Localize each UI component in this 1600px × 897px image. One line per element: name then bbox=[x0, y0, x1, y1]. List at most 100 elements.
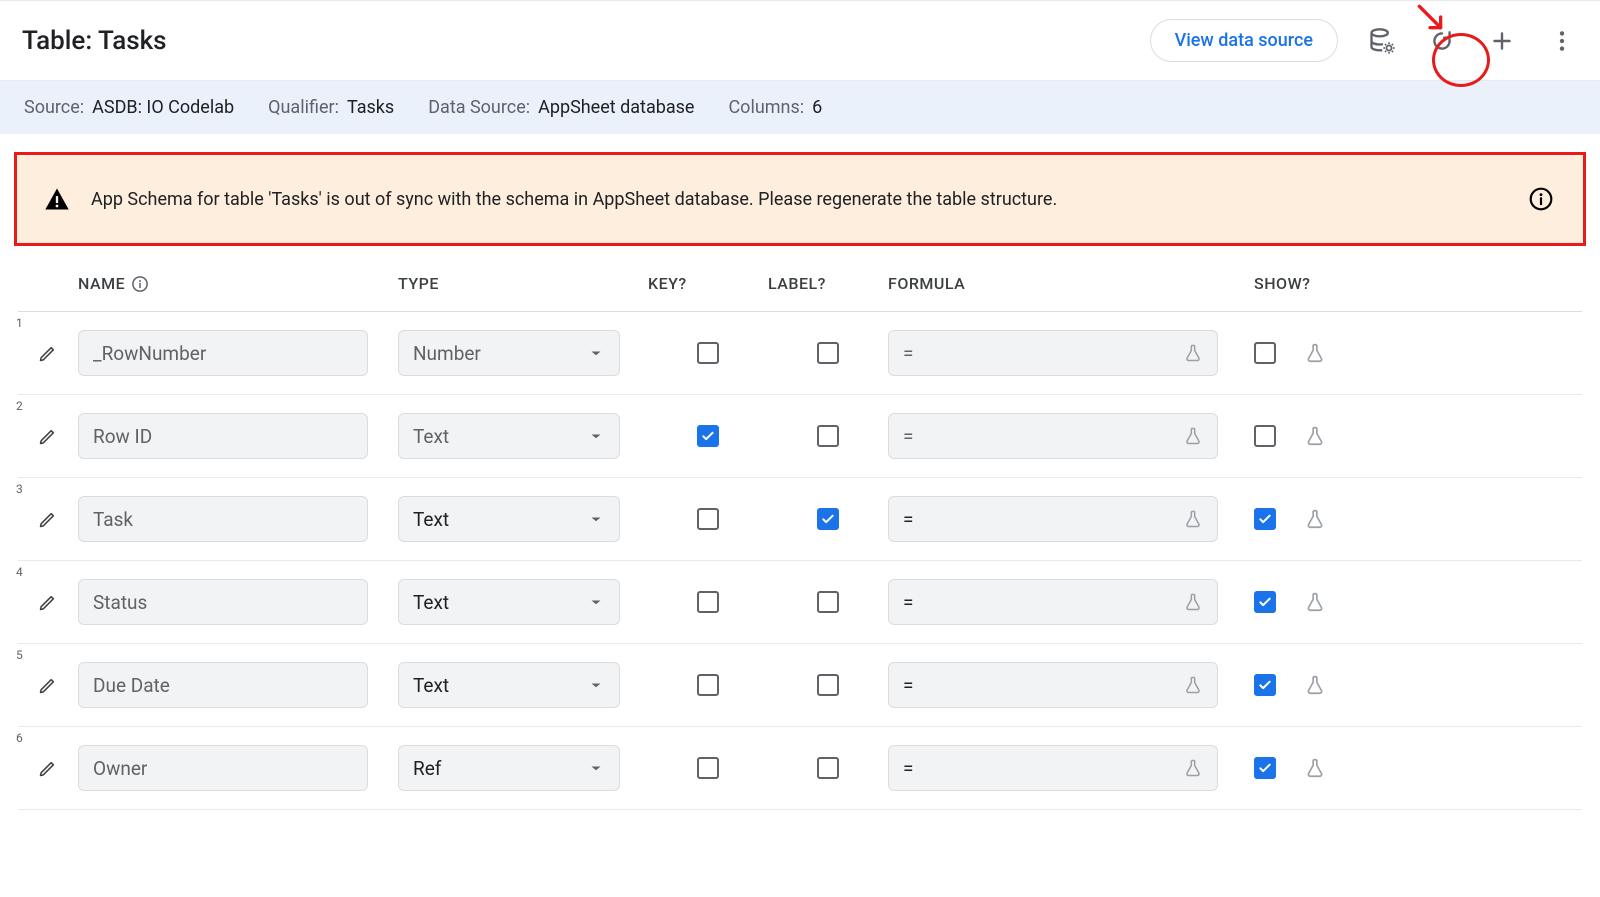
show-checkbox[interactable] bbox=[1254, 757, 1276, 779]
th-show: SHOW? bbox=[1228, 274, 1428, 293]
flask-icon bbox=[1183, 343, 1203, 363]
show-checkbox[interactable] bbox=[1254, 591, 1276, 613]
column-name-input[interactable]: _RowNumber bbox=[78, 330, 368, 376]
page-title: Table: Tasks bbox=[22, 26, 167, 56]
source-value: ASDB: IO Codelab bbox=[92, 97, 234, 118]
column-type-select[interactable]: Text bbox=[398, 496, 620, 542]
formula-input[interactable]: = bbox=[888, 579, 1218, 625]
flask-icon[interactable] bbox=[1304, 425, 1326, 447]
column-type-select[interactable]: Text bbox=[398, 579, 620, 625]
flask-icon[interactable] bbox=[1304, 591, 1326, 613]
flask-icon bbox=[1183, 758, 1203, 778]
flask-icon[interactable] bbox=[1304, 508, 1326, 530]
refresh-icon bbox=[1429, 28, 1455, 54]
view-data-source-button[interactable]: View data source bbox=[1150, 19, 1338, 62]
key-checkbox[interactable] bbox=[697, 757, 719, 779]
column-name-input[interactable]: Task bbox=[78, 496, 368, 542]
columns-table: NAME TYPE KEY? LABEL? FORMULA SHOW? 1_Ro… bbox=[0, 264, 1600, 810]
label-checkbox[interactable] bbox=[817, 757, 839, 779]
edit-column-button[interactable] bbox=[32, 669, 64, 701]
column-name-input[interactable]: Status bbox=[78, 579, 368, 625]
th-type: TYPE bbox=[398, 274, 648, 293]
chevron-down-icon bbox=[587, 593, 605, 611]
edit-column-button[interactable] bbox=[32, 420, 64, 452]
show-checkbox[interactable] bbox=[1254, 342, 1276, 364]
pencil-icon bbox=[38, 592, 58, 612]
row-number: 2 bbox=[16, 399, 23, 413]
header: Table: Tasks View data source bbox=[0, 0, 1600, 81]
row-number: 5 bbox=[16, 648, 23, 662]
edit-column-button[interactable] bbox=[32, 503, 64, 535]
formula-input[interactable]: = bbox=[888, 413, 1218, 459]
label-checkbox[interactable] bbox=[817, 425, 839, 447]
show-checkbox[interactable] bbox=[1254, 425, 1276, 447]
flask-icon[interactable] bbox=[1304, 342, 1326, 364]
label-checkbox[interactable] bbox=[817, 508, 839, 530]
key-checkbox[interactable] bbox=[697, 674, 719, 696]
data-source-settings-button[interactable] bbox=[1366, 25, 1398, 57]
edit-column-button[interactable] bbox=[32, 752, 64, 784]
table-row: 5 Due Date Text = bbox=[18, 644, 1582, 727]
formula-input[interactable]: = bbox=[888, 745, 1218, 791]
show-checkbox[interactable] bbox=[1254, 674, 1276, 696]
pencil-icon bbox=[38, 675, 58, 695]
formula-input[interactable]: = bbox=[888, 330, 1218, 376]
database-gear-icon bbox=[1368, 27, 1396, 55]
show-checkbox[interactable] bbox=[1254, 508, 1276, 530]
chevron-down-icon bbox=[587, 427, 605, 445]
source-label: Source: bbox=[24, 97, 84, 118]
chevron-down-icon bbox=[587, 676, 605, 694]
column-name-input[interactable]: Owner bbox=[78, 745, 368, 791]
label-checkbox[interactable] bbox=[817, 342, 839, 364]
label-checkbox[interactable] bbox=[817, 591, 839, 613]
chevron-down-icon bbox=[587, 510, 605, 528]
info-circle-icon bbox=[1528, 186, 1554, 212]
schema-warning-banner: App Schema for table 'Tasks' is out of s… bbox=[14, 152, 1586, 246]
plus-icon bbox=[1489, 28, 1515, 54]
table-row: 2 Row ID Text = bbox=[18, 395, 1582, 478]
datasource-label: Data Source: bbox=[428, 97, 530, 118]
edit-column-button[interactable] bbox=[32, 586, 64, 618]
formula-input[interactable]: = bbox=[888, 496, 1218, 542]
warning-info-button[interactable] bbox=[1525, 183, 1557, 215]
th-label: LABEL? bbox=[768, 274, 888, 293]
flask-icon[interactable] bbox=[1304, 674, 1326, 696]
edit-column-button[interactable] bbox=[32, 337, 64, 369]
add-button[interactable] bbox=[1486, 25, 1518, 57]
regenerate-structure-button[interactable] bbox=[1426, 25, 1458, 57]
pencil-icon bbox=[38, 426, 58, 446]
flask-icon bbox=[1183, 426, 1203, 446]
row-number: 3 bbox=[16, 482, 23, 496]
pencil-icon bbox=[38, 509, 58, 529]
th-key: KEY? bbox=[648, 274, 768, 293]
warning-triangle-icon bbox=[43, 185, 71, 213]
flask-icon bbox=[1183, 592, 1203, 612]
table-row: 3 Task Text = bbox=[18, 478, 1582, 561]
qualifier-value: Tasks bbox=[347, 97, 394, 118]
table-row: 1_RowNumberNumber= bbox=[18, 312, 1582, 395]
columns-count-value: 6 bbox=[812, 97, 822, 118]
key-checkbox[interactable] bbox=[697, 342, 719, 364]
label-checkbox[interactable] bbox=[817, 674, 839, 696]
pencil-icon bbox=[38, 758, 58, 778]
flask-icon[interactable] bbox=[1304, 757, 1326, 779]
qualifier-label: Qualifier: bbox=[268, 97, 339, 118]
info-circle-icon[interactable] bbox=[131, 275, 149, 293]
formula-input[interactable]: = bbox=[888, 662, 1218, 708]
key-checkbox[interactable] bbox=[697, 508, 719, 530]
more-options-button[interactable] bbox=[1546, 25, 1578, 57]
columns-count-label: Columns: bbox=[728, 97, 804, 118]
row-number: 4 bbox=[16, 565, 23, 579]
column-name-input[interactable]: Due Date bbox=[78, 662, 368, 708]
key-checkbox[interactable] bbox=[697, 425, 719, 447]
column-type-select[interactable]: Text bbox=[398, 662, 620, 708]
chevron-down-icon bbox=[587, 759, 605, 777]
key-checkbox[interactable] bbox=[697, 591, 719, 613]
column-type-select[interactable]: Text bbox=[398, 413, 620, 459]
datasource-value: AppSheet database bbox=[538, 97, 694, 118]
table-info-strip: Source: ASDB: IO Codelab Qualifier: Task… bbox=[0, 81, 1600, 134]
column-name-input[interactable]: Row ID bbox=[78, 413, 368, 459]
pencil-icon bbox=[38, 343, 58, 363]
column-type-select[interactable]: Ref bbox=[398, 745, 620, 791]
column-type-select[interactable]: Number bbox=[398, 330, 620, 376]
